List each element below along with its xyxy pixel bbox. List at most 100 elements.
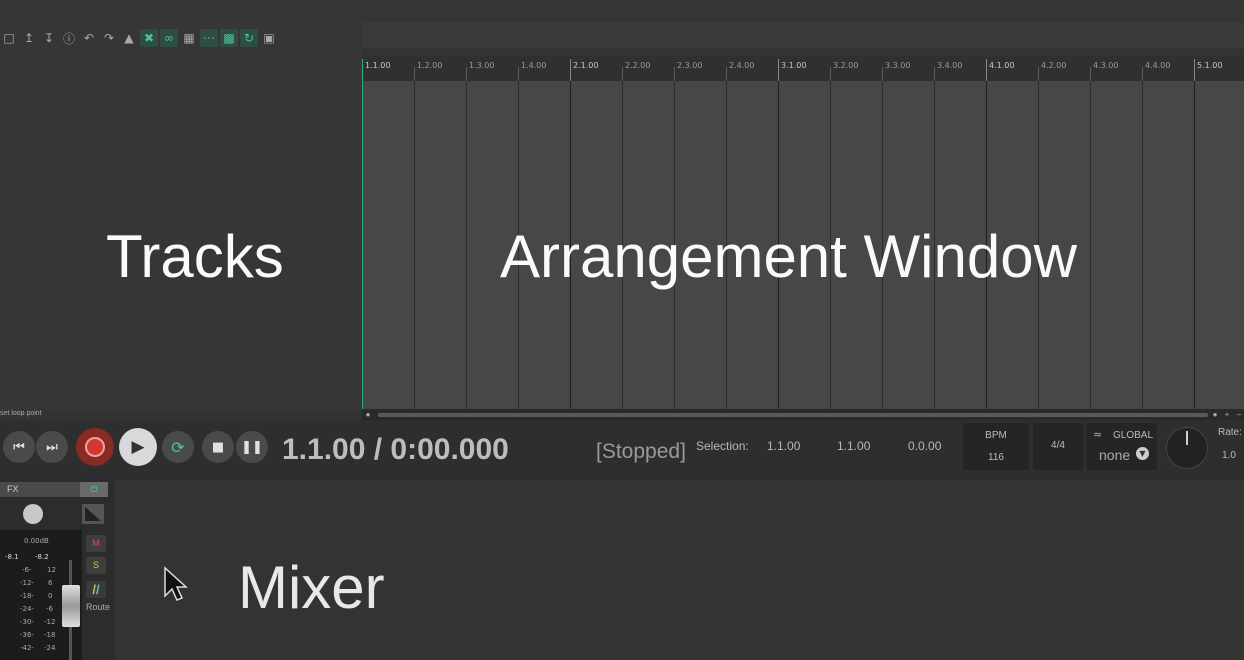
fader-scale-tick: 12	[47, 566, 56, 574]
meter-scale-tick: -24-	[20, 605, 34, 613]
undo-icon[interactable]: ↶	[80, 29, 98, 47]
grid-lines-icon[interactable]: ▩	[220, 29, 238, 47]
metronome-icon[interactable]: ▲	[120, 29, 138, 47]
global-label: GLOBAL	[1113, 430, 1154, 441]
ruler-tick	[1142, 67, 1143, 81]
go-to-end-button[interactable]: ⏭	[36, 431, 68, 463]
fader-scale-tick: -18	[44, 631, 56, 639]
rate-value[interactable]: 1.0	[1222, 450, 1236, 461]
tracks-overlay-label: Tracks	[106, 223, 284, 290]
fader-scale-tick: -6	[46, 605, 53, 613]
arrangement-header	[362, 22, 1244, 48]
ruler-tick	[934, 67, 935, 81]
meter-scale-tick: -36-	[20, 631, 34, 639]
rate-label: Rate:	[1218, 427, 1242, 438]
snap-icon[interactable]: ⋯	[200, 29, 218, 47]
ruler-tick	[674, 67, 675, 81]
routing-button[interactable]: //	[86, 581, 106, 598]
grid-icon[interactable]: ▦	[180, 29, 198, 47]
main-toolbar: □ ↥ ↧ ⓘ ↶ ↷ ▲ ✖ ∞ ▦ ⋯ ▩ ↻ ▣	[0, 28, 278, 48]
link-icon[interactable]: ∞	[160, 29, 178, 47]
scroll-left-icon[interactable]: ●	[363, 410, 373, 420]
scrollbar-thumb[interactable]	[378, 413, 1208, 417]
phase-invert-button[interactable]	[82, 504, 104, 524]
selection-label: Selection:	[696, 439, 749, 453]
playrate-knob[interactable]	[1166, 427, 1208, 469]
pause-button[interactable]: ❚❚	[236, 431, 268, 463]
pan-knob[interactable]	[23, 504, 43, 524]
loop-icon[interactable]: ↻	[240, 29, 258, 47]
ruler-label: 2.4.00	[729, 61, 755, 70]
fx-power-icon[interactable]: ⏻	[80, 482, 108, 497]
volume-fader-handle[interactable]	[62, 585, 80, 627]
time-readout[interactable]: 1.1.00 / 0:00.000	[282, 433, 509, 467]
tracks-panel[interactable]	[0, 0, 362, 410]
upload-icon[interactable]: ↥	[20, 29, 38, 47]
playhead[interactable]	[362, 60, 363, 410]
solo-button[interactable]: S	[86, 557, 106, 574]
global-automation-box[interactable]: ≈ GLOBAL none ▼	[1087, 423, 1157, 470]
ruler-label: 2.1.00	[573, 61, 599, 70]
selection-start[interactable]: 1.1.00	[767, 439, 800, 453]
time-signature-box[interactable]: 4/4	[1033, 423, 1083, 470]
bpm-label: BPM	[985, 430, 1007, 441]
grid-line	[414, 81, 415, 410]
skip-back-icon: ⏮	[13, 439, 25, 455]
route-label: Route	[86, 602, 111, 612]
mute-button[interactable]: M	[86, 535, 106, 552]
ruler-label: 2.3.00	[677, 61, 703, 70]
meter-scale-tick: -42-	[20, 644, 34, 652]
selection-length[interactable]: 0.0.00	[908, 439, 941, 453]
ruler-label: 5.1.00	[1197, 61, 1223, 70]
bpm-value[interactable]: 116	[963, 452, 1029, 463]
timeline-ruler[interactable]: 1.1.00 1.2.00 1.3.00 1.4.00 2.1.00 2.2.00 2.3.…	[362, 55, 1244, 82]
selection-end[interactable]: 1.1.00	[837, 439, 870, 453]
time-signature[interactable]: 4/4	[1033, 440, 1083, 451]
global-value[interactable]: none	[1099, 447, 1130, 463]
fader-scale-tick: 6	[48, 579, 53, 587]
info-icon[interactable]: ⓘ	[60, 29, 78, 47]
bpm-box[interactable]: BPM 116	[963, 423, 1029, 470]
automation-icon: ≈	[1093, 428, 1103, 441]
gain-readout: 0.00dB	[24, 537, 49, 545]
play-icon: ▶	[131, 437, 145, 457]
zoom-in-icon[interactable]: +	[1222, 410, 1232, 420]
meter-scale-tick: -30-	[20, 618, 34, 626]
loop-point-label: set loop point	[0, 410, 42, 417]
mixer-overlay-label: Mixer	[238, 554, 385, 621]
meter-scale-tick: -12-	[20, 579, 34, 587]
phase-icon	[85, 507, 101, 521]
play-button[interactable]: ▶	[119, 428, 157, 466]
ruler-tick	[1038, 67, 1039, 81]
grid-line	[1142, 81, 1143, 410]
go-to-start-button[interactable]: ⏮	[3, 431, 35, 463]
record-icon	[85, 437, 105, 457]
grid-line	[1194, 81, 1195, 410]
scroll-right-icon[interactable]: ●	[1210, 410, 1220, 420]
zoom-out-icon[interactable]: –	[1234, 410, 1244, 420]
knob-indicator	[1186, 431, 1188, 445]
ripple-edit-icon[interactable]: ✖	[140, 29, 158, 47]
ruler-tick	[726, 67, 727, 81]
arrangement-top-strip	[362, 0, 1244, 22]
stop-button[interactable]: ■	[202, 431, 234, 463]
new-icon[interactable]: □	[0, 29, 18, 47]
lock-icon[interactable]: ▣	[260, 29, 278, 47]
ruler-label: 1.3.00	[469, 61, 495, 70]
record-button[interactable]	[76, 428, 114, 466]
repeat-button[interactable]: ⟳	[162, 431, 194, 463]
download-icon[interactable]: ↧	[40, 29, 58, 47]
fader-scale-tick: 0	[48, 592, 53, 600]
grid-line	[1090, 81, 1091, 410]
chevron-down-icon[interactable]: ▼	[1136, 447, 1149, 460]
pause-icon: ❚❚	[241, 439, 263, 455]
peak-right: -8.2	[35, 553, 49, 561]
grid-line	[466, 81, 467, 410]
ruler-label: 1.1.00	[365, 61, 391, 70]
ruler-label: 1.4.00	[521, 61, 547, 70]
redo-icon[interactable]: ↷	[100, 29, 118, 47]
repeat-icon: ⟳	[171, 437, 185, 457]
ruler-tick	[986, 59, 987, 81]
fx-label: FX	[7, 484, 19, 494]
fader-scale-tick: -12	[44, 618, 56, 626]
